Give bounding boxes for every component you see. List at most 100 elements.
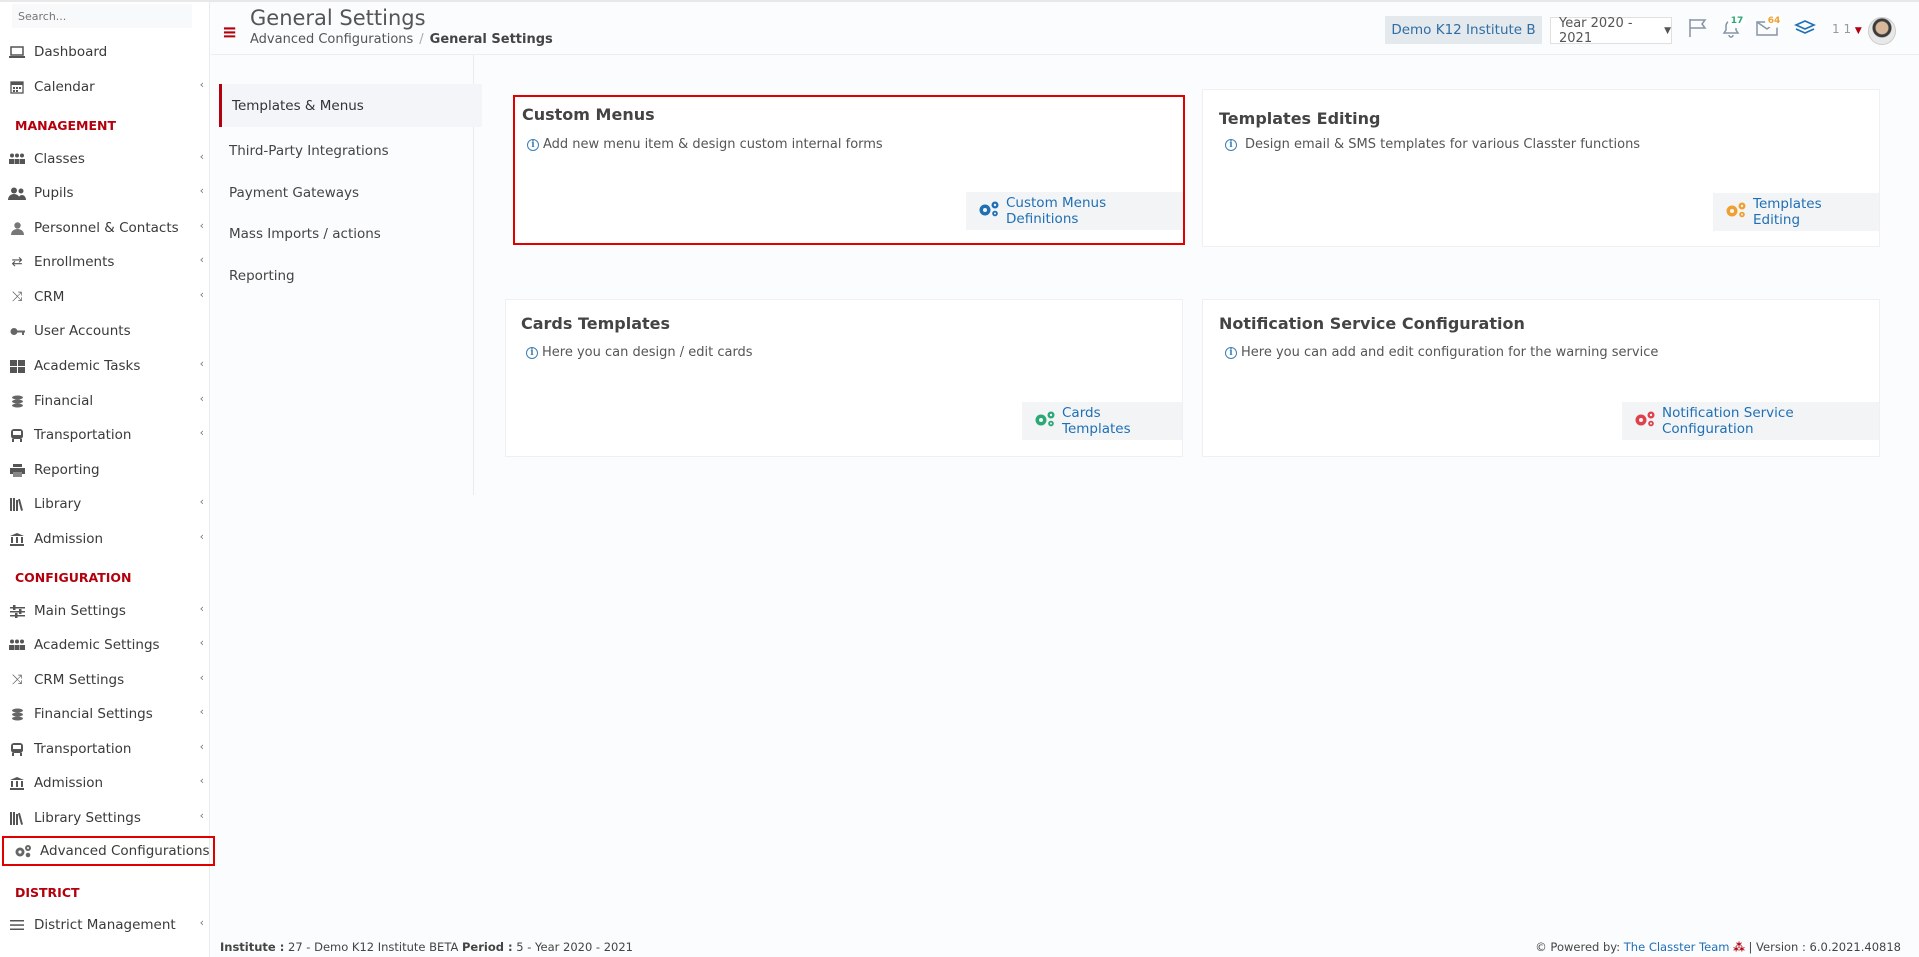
sidebar-item-admission[interactable]: Admission ‹ — [0, 525, 210, 553]
caret-down-icon: ▼ — [1854, 26, 1862, 36]
classes-icon — [8, 152, 26, 166]
sidebar-item-library-settings[interactable]: Library Settings ‹ — [0, 804, 210, 832]
chevron-left-icon: ‹ — [199, 774, 204, 787]
sidebar-item-crm-settings[interactable]: ⤨ CRM Settings ‹ — [0, 666, 210, 694]
settings-nav-item-third-party[interactable]: Third-Party Integrations — [229, 143, 389, 159]
key-icon — [8, 324, 26, 338]
custom-menus-definitions-button[interactable]: Custom Menus Definitions — [966, 192, 1183, 230]
coins-icon — [8, 394, 26, 408]
sidebar-item-financial[interactable]: Financial ‹ — [0, 387, 210, 415]
breadcrumb: Advanced Configurations / General Settin… — [250, 32, 553, 47]
layers-icon[interactable] — [1794, 18, 1816, 43]
sliders-icon — [8, 604, 26, 618]
section-district: DISTRICT — [15, 885, 80, 900]
cards-templates-button[interactable]: Cards Templates — [1022, 402, 1182, 440]
shuffle-icon: ⤨ — [11, 289, 23, 305]
sidebar-item-classes[interactable]: Classes ‹ — [0, 145, 210, 173]
sidebar-item-academic-tasks[interactable]: Academic Tasks ‹ — [0, 352, 210, 380]
laptop-icon — [8, 45, 26, 59]
settings-nav-item-templates-menus[interactable]: Templates & Menus — [219, 84, 482, 127]
settings-nav-item-payment-gateways[interactable]: Payment Gateways — [229, 185, 359, 201]
flag-icon[interactable] — [1688, 18, 1710, 43]
user-label[interactable]: 1 1 ▼ — [1832, 22, 1862, 36]
chevron-left-icon: ‹ — [199, 392, 204, 405]
sidebar-item-personnel[interactable]: Personnel & Contacts ‹ — [0, 214, 210, 242]
sidebar-item-transportation-settings[interactable]: Transportation ‹ — [0, 735, 210, 763]
list-icon — [8, 918, 26, 932]
printer-icon — [8, 463, 26, 477]
institution-icon — [8, 532, 26, 546]
shuffle-icon: ⤨ — [11, 672, 23, 688]
messages-badge: 64 — [1765, 14, 1783, 28]
classes-icon — [8, 638, 26, 652]
institute-button[interactable]: Demo K12 Institute B — [1385, 16, 1542, 44]
gears-icon — [1725, 202, 1747, 222]
books-icon — [8, 497, 26, 511]
users-icon — [8, 186, 26, 200]
breadcrumb-current: General Settings — [429, 32, 553, 47]
classter-team-link[interactable]: The Classter Team — [1624, 940, 1730, 954]
sidebar-item-district-management[interactable]: District Management ‹ — [0, 911, 210, 939]
card-title: Custom Menus — [522, 105, 655, 124]
sidebar-item-main-settings[interactable]: Main Settings ‹ — [0, 597, 210, 625]
info-icon: i — [527, 138, 539, 151]
sidebar-item-library[interactable]: Library ‹ — [0, 490, 210, 518]
caret-down-icon: ▼ — [1664, 25, 1671, 36]
sidebar-item-pupils[interactable]: Pupils ‹ — [0, 179, 210, 207]
settings-nav-item-reporting[interactable]: Reporting — [229, 268, 295, 284]
sidebar-item-enrollments[interactable]: ⇄ Enrollments ‹ — [0, 248, 210, 276]
chevron-left-icon: ‹ — [199, 602, 204, 615]
chevron-left-icon: ‹ — [199, 357, 204, 370]
chevron-left-icon: ‹ — [199, 184, 204, 197]
user-icon — [8, 221, 26, 235]
card-title: Templates Editing — [1219, 109, 1381, 128]
search-input[interactable] — [12, 4, 192, 28]
breadcrumb-link[interactable]: Advanced Configurations — [250, 32, 413, 47]
card-description: i Here you can add and edit configuratio… — [1225, 345, 1658, 360]
copyright-icon: © — [1535, 940, 1547, 954]
grid-icon — [8, 359, 26, 373]
info-icon: i — [1225, 346, 1237, 359]
sidebar-item-dashboard[interactable]: Dashboard — [0, 38, 210, 66]
calendar-icon — [8, 80, 26, 94]
chevron-left-icon: ‹ — [199, 78, 204, 91]
card-description: i Design email & SMS templates for vario… — [1225, 137, 1640, 152]
chevron-left-icon: ‹ — [199, 705, 204, 718]
breadcrumb-separator: / — [419, 32, 424, 47]
bus-icon — [8, 742, 26, 756]
card-custom-menus: Custom Menus i Add new menu item & desig… — [513, 95, 1185, 245]
sidebar-item-calendar[interactable]: Calendar ‹ — [0, 73, 210, 101]
card-cards-templates: Cards Templates i Here you can design / … — [505, 299, 1183, 457]
chevron-left-icon: ‹ — [199, 740, 204, 753]
bus-icon — [8, 428, 26, 442]
sidebar-item-transportation[interactable]: Transportation ‹ — [0, 421, 210, 449]
section-management: MANAGEMENT — [15, 118, 117, 133]
sidebar-item-user-accounts[interactable]: User Accounts — [0, 317, 210, 345]
settings-nav-item-mass-imports[interactable]: Mass Imports / actions — [229, 226, 381, 242]
card-title: Cards Templates — [521, 314, 671, 333]
footer-info: Institute : 27 - Demo K12 Institute BETA… — [220, 940, 633, 954]
sidebar-item-reporting[interactable]: Reporting — [0, 456, 210, 484]
templates-editing-button[interactable]: Templates Editing — [1713, 193, 1879, 231]
chevron-left-icon: ‹ — [199, 809, 204, 822]
exchange-icon: ⇄ — [11, 254, 23, 270]
sidebar-item-financial-settings[interactable]: Financial Settings ‹ — [0, 700, 210, 728]
card-description: i Add new menu item & design custom inte… — [527, 137, 883, 152]
gears-icon — [978, 201, 1000, 221]
avatar[interactable] — [1868, 17, 1896, 45]
year-select[interactable]: Year 2020 - 2021 ▼ — [1550, 16, 1672, 46]
chevron-left-icon: ‹ — [199, 253, 204, 266]
sidebar-item-advanced-configurations[interactable]: Advanced Configurations — [2, 836, 215, 866]
notification-service-configuration-button[interactable]: Notification Service Configuration — [1622, 402, 1879, 440]
info-icon: i — [526, 346, 538, 359]
sidebar-item-crm[interactable]: ⤨ CRM ‹ — [0, 283, 210, 311]
gears-icon — [14, 844, 32, 858]
chevron-left-icon: ‹ — [199, 219, 204, 232]
menu-toggle-icon[interactable]: ≡ — [222, 22, 237, 43]
sidebar-item-academic-settings[interactable]: Academic Settings ‹ — [0, 631, 210, 659]
chevron-left-icon: ‹ — [199, 671, 204, 684]
gears-icon — [1034, 411, 1056, 431]
sidebar-item-admission-settings[interactable]: Admission ‹ — [0, 769, 210, 797]
notifications-badge: 17 — [1728, 14, 1746, 28]
card-title: Notification Service Configuration — [1219, 314, 1525, 333]
